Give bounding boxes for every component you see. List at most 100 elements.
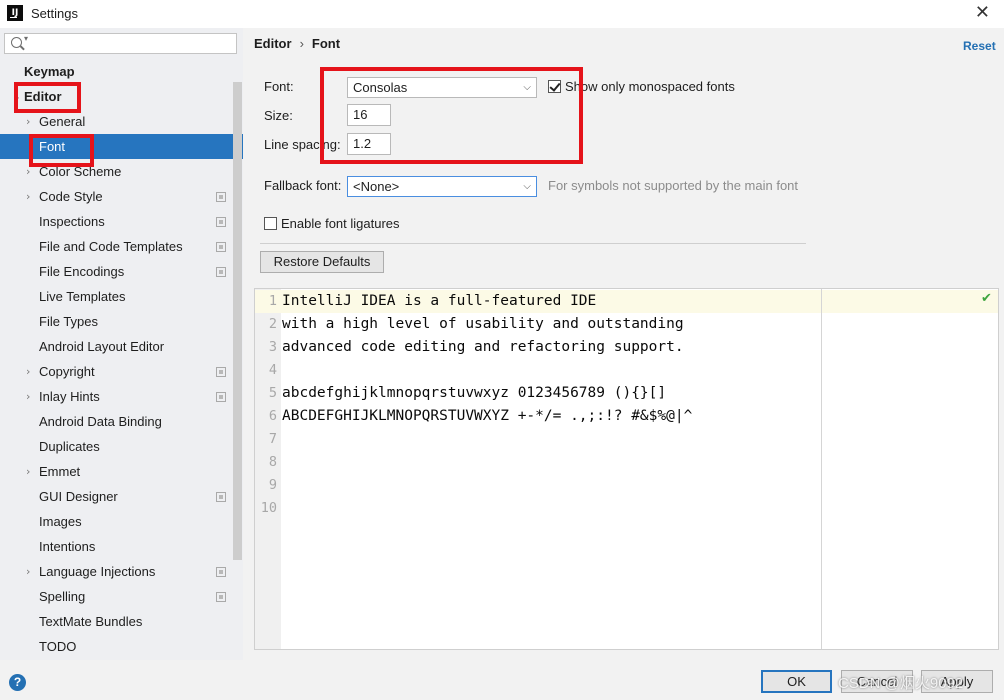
sidebar-item-label: Code Style [39, 189, 103, 204]
project-settings-icon [216, 267, 226, 277]
project-settings-icon [216, 592, 226, 602]
sidebar-item-label: File Types [39, 314, 99, 329]
chevron-right-icon[interactable]: › [26, 359, 30, 384]
chevron-right-icon[interactable]: › [26, 184, 30, 209]
title-bar: IJ Settings ✕ [0, 0, 1004, 28]
fallback-font-label: Fallback font: [264, 178, 342, 193]
font-ligatures-checkbox[interactable] [264, 217, 277, 230]
font-select-value: Consolas [353, 80, 408, 95]
restore-defaults-button[interactable]: Restore Defaults [260, 251, 384, 273]
search-icon [11, 37, 22, 48]
sidebar-scrollbar[interactable] [233, 82, 242, 560]
chevron-right-icon[interactable]: › [26, 559, 30, 584]
sidebar-item-android-layout-editor[interactable]: Android Layout Editor [0, 334, 232, 359]
settings-sidebar: ▾ Keymap ⌄ Editor › General Font › Color… [0, 28, 243, 660]
font-label: Font: [264, 79, 294, 94]
chevron-down-icon: ⌵ [523, 181, 531, 192]
chevron-right-icon[interactable]: › [26, 384, 30, 409]
settings-search-input[interactable]: ▾ [4, 33, 237, 54]
font-preview-editor[interactable]: ✔ 1 IntelliJ IDEA is a full-featured IDE … [254, 288, 999, 650]
sidebar-item-label: Android Layout Editor [39, 339, 165, 354]
chevron-right-icon[interactable]: › [26, 109, 30, 134]
sidebar-item-label: GUI Designer [39, 489, 118, 504]
line-number: 8 [268, 454, 277, 470]
sidebar-item-spelling[interactable]: Spelling [0, 584, 232, 609]
sidebar-item-label: Live Templates [39, 289, 126, 304]
chevron-down-icon[interactable]: ⌄ [12, 84, 21, 109]
breadcrumb-current: Font [311, 36, 341, 51]
sidebar-item-editor[interactable]: ⌄ Editor [0, 84, 232, 109]
sidebar-item-gui-designer[interactable]: GUI Designer [0, 484, 232, 509]
sidebar-item-label: Inspections [39, 214, 105, 229]
sidebar-item-label: Intentions [39, 539, 96, 554]
chevron-right-icon[interactable]: › [26, 459, 30, 484]
breadcrumb: Editor › Font [254, 36, 340, 51]
sidebar-item-copyright[interactable]: › Copyright [0, 359, 232, 384]
sidebar-item-color-scheme[interactable]: › Color Scheme [0, 159, 232, 184]
sidebar-item-emmet[interactable]: › Emmet [0, 459, 232, 484]
sidebar-item-images[interactable]: Images [0, 509, 232, 534]
monospaced-checkbox[interactable] [548, 80, 561, 93]
sidebar-item-code-style[interactable]: › Code Style [0, 184, 232, 209]
sidebar-item-android-data-binding[interactable]: Android Data Binding [0, 409, 232, 434]
sidebar-item-label: Color Scheme [39, 164, 122, 179]
sidebar-item-keymap[interactable]: Keymap [0, 59, 232, 84]
sidebar-item-label: File and Code Templates [39, 239, 183, 254]
dialog-footer: ? OK Cancel Apply CSDN @烟火9092 [0, 660, 1004, 700]
sidebar-item-label: Copyright [39, 364, 95, 379]
window-title: Settings [31, 6, 78, 21]
sidebar-item-general[interactable]: › General [0, 109, 232, 134]
intellij-app-icon: IJ [7, 5, 23, 21]
csdn-watermark: CSDN @烟火9092 [838, 675, 964, 692]
breadcrumb-separator: › [299, 36, 304, 51]
sidebar-item-file-types[interactable]: File Types [0, 309, 232, 334]
sidebar-item-intentions[interactable]: Intentions [0, 534, 232, 559]
sidebar-item-label: Android Data Binding [39, 414, 162, 429]
sidebar-item-label: Emmet [39, 464, 81, 479]
line-number: 6 [268, 408, 277, 424]
chevron-right-icon[interactable]: › [26, 159, 30, 184]
sidebar-item-label: General [39, 114, 86, 129]
project-settings-icon [216, 242, 226, 252]
fallback-font-select[interactable]: <None> ⌵ [347, 176, 537, 197]
code-text: with a high level of usability and outst… [282, 316, 684, 332]
code-text: abcdefghijklmnopqrstuvwxyz 0123456789 ()… [282, 385, 667, 401]
code-text: IntelliJ IDEA is a full-featured IDE [282, 293, 597, 309]
inspection-ok-icon[interactable]: ✔ [981, 291, 992, 306]
sidebar-item-file-and-code-templates[interactable]: File and Code Templates [0, 234, 232, 259]
font-ligatures-label: Enable font ligatures [281, 216, 400, 231]
line-number: 10 [260, 500, 277, 516]
sidebar-item-label: Keymap [24, 64, 75, 79]
ok-button[interactable]: OK [761, 670, 832, 693]
sidebar-item-label: Spelling [39, 589, 86, 604]
project-settings-icon [216, 192, 226, 202]
code-text: ABCDEFGHIJKLMNOPQRSTUVWXYZ +-*/= .,;:!? … [282, 408, 693, 424]
line-number: 3 [268, 339, 277, 355]
sidebar-item-live-templates[interactable]: Live Templates [0, 284, 232, 309]
project-settings-icon [216, 492, 226, 502]
project-settings-icon [216, 217, 226, 227]
sidebar-item-label: Duplicates [39, 439, 100, 454]
sidebar-item-font[interactable]: Font [0, 134, 243, 159]
sidebar-item-file-encodings[interactable]: File Encodings [0, 259, 232, 284]
font-select[interactable]: Consolas ⌵ [347, 77, 537, 98]
sidebar-item-label: TextMate Bundles [39, 614, 143, 629]
search-options-icon[interactable]: ▾ [24, 34, 28, 43]
project-settings-icon [216, 567, 226, 577]
reset-link[interactable]: Reset [963, 39, 996, 53]
sidebar-item-inlay-hints[interactable]: › Inlay Hints [0, 384, 232, 409]
sidebar-item-language-injections[interactable]: › Language Injections [0, 559, 232, 584]
project-settings-icon [216, 367, 226, 377]
size-field[interactable]: 16 [347, 104, 391, 126]
sidebar-item-textmate-bundles[interactable]: TextMate Bundles [0, 609, 232, 634]
help-icon[interactable]: ? [9, 674, 26, 691]
sidebar-item-duplicates[interactable]: Duplicates [0, 434, 232, 459]
line-spacing-field[interactable]: 1.2 [347, 133, 391, 155]
sidebar-item-inspections[interactable]: Inspections [0, 209, 232, 234]
close-icon[interactable]: ✕ [975, 2, 990, 23]
sidebar-item-todo[interactable]: TODO [0, 634, 232, 659]
font-settings-panel: Editor › Font Reset Font: Consolas ⌵ Show … [244, 28, 1004, 660]
sidebar-item-label: Language Injections [39, 564, 156, 579]
size-label: Size: [264, 108, 293, 123]
line-number: 5 [268, 385, 277, 401]
